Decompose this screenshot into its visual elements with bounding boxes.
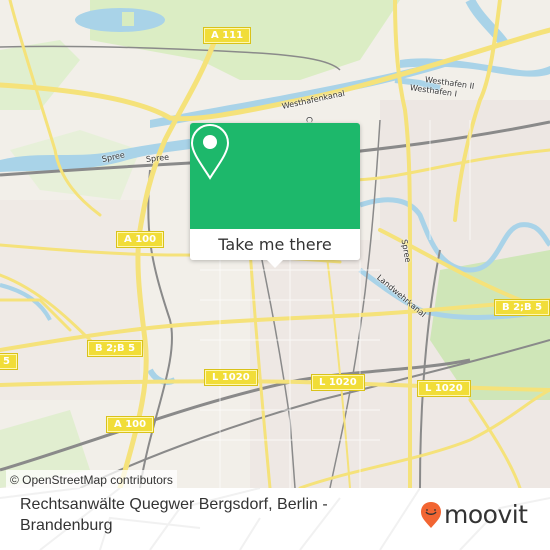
map-attribution[interactable]: © OpenStreetMap contributors — [6, 470, 177, 488]
location-popup[interactable]: Take me there — [190, 123, 360, 268]
place-name: Rechtsanwälte Quegwer Bergsdorf, Berlin … — [20, 496, 328, 534]
road-shield-b5: 5 — [0, 353, 18, 370]
map-pin-icon — [190, 123, 230, 180]
road-shield-b2-b5: B 2;B 5 — [493, 299, 550, 316]
road-shield-a100: A 100 — [115, 231, 165, 248]
popup-pointer — [267, 260, 283, 268]
take-me-there-button[interactable]: Take me there — [190, 229, 360, 260]
road-shield-l1020: L 1020 — [311, 374, 365, 391]
footer: Rechtsanwälte Quegwer Bergsdorf, Berlin … — [0, 488, 550, 550]
road-shield-a100: A 100 — [105, 416, 155, 433]
map-view[interactable]: A 111 A 100 A 100 B 2;B 5 B 2;B 5 5 L 10… — [0, 0, 550, 488]
road-shield-l1020: L 1020 — [204, 369, 258, 386]
popup-header — [190, 123, 360, 229]
road-shield-b2-b5: B 2;B 5 — [86, 340, 144, 357]
road-shield-a111: A 111 — [202, 27, 252, 44]
road-shield-l1020: L 1020 — [417, 380, 471, 397]
moovit-logo[interactable]: moovit — [420, 500, 528, 529]
moovit-pin-icon — [421, 501, 441, 528]
attribution-text: © OpenStreetMap contributors — [10, 473, 173, 487]
moovit-wordmark: moovit — [444, 500, 528, 529]
